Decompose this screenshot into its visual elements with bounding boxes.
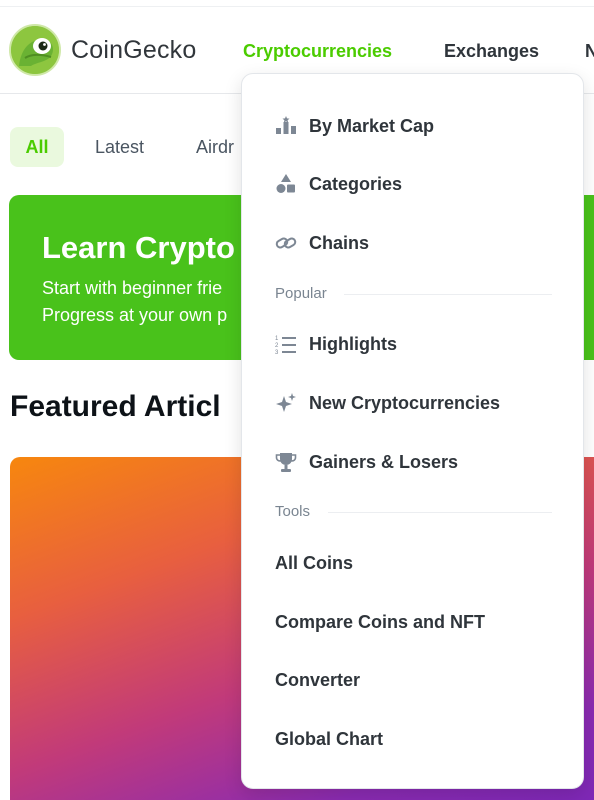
menu-item-gainers-losers[interactable]: Gainers & Losers <box>242 440 583 484</box>
section-title-tools: Tools <box>275 503 311 520</box>
menu-item-label: Gainers & Losers <box>309 451 459 472</box>
menu-item-label: All Coins <box>275 552 354 573</box>
menu-item-label: New Cryptocurrencies <box>309 392 501 413</box>
svg-text:2: 2 <box>275 343 279 349</box>
menu-item-label: Converter <box>275 669 361 690</box>
trophy-icon <box>275 451 297 473</box>
banner-subtitle-line-2: Progress at your own p <box>42 305 228 325</box>
nav-exchanges[interactable]: Exchanges <box>444 41 539 62</box>
bar-chart-icon <box>275 115 297 137</box>
menu-item-categories[interactable]: Categories <box>242 162 583 206</box>
menu-item-converter[interactable]: Converter <box>242 658 583 702</box>
menu-item-label: Categories <box>309 173 403 194</box>
tab-all[interactable]: All <box>10 127 64 167</box>
coingecko-logo-icon[interactable] <box>9 24 61 76</box>
menu-item-new-cryptocurrencies[interactable]: New Cryptocurrencies <box>242 381 583 425</box>
menu-item-label: Global Chart <box>275 728 384 749</box>
featured-articles-heading: Featured Articl <box>10 390 221 423</box>
tab-airdrops[interactable]: Airdr <box>196 127 234 167</box>
nav-cryptocurrencies[interactable]: Cryptocurrencies <box>243 41 392 62</box>
banner-subtitle-line-1: Start with beginner frie <box>42 278 223 298</box>
menu-item-label: By Market Cap <box>309 115 435 136</box>
logo-wordmark[interactable]: CoinGecko <box>71 36 196 65</box>
menu-item-label: Highlights <box>309 333 397 354</box>
link-icon <box>275 232 297 254</box>
cryptocurrencies-dropdown-menu: By Market Cap Categories Chains Popular … <box>241 73 584 789</box>
svg-text:3: 3 <box>275 350 279 355</box>
numbered-list-icon: 1 2 3 <box>275 333 297 356</box>
menu-item-global-chart[interactable]: Global Chart <box>242 717 583 761</box>
shapes-icon <box>275 173 297 195</box>
menu-item-compare-coins-nft[interactable]: Compare Coins and NFT <box>242 600 583 644</box>
tab-latest[interactable]: Latest <box>95 127 144 167</box>
menu-item-chains[interactable]: Chains <box>242 221 583 265</box>
section-title-popular: Popular <box>275 285 327 302</box>
nav-next-item-truncated[interactable]: N <box>585 41 594 62</box>
section-divider <box>344 294 552 295</box>
svg-text:1: 1 <box>275 336 279 342</box>
menu-item-label: Chains <box>309 232 370 253</box>
menu-item-highlights[interactable]: 1 2 3 Highlights <box>242 322 583 366</box>
section-divider <box>328 512 552 513</box>
menu-item-by-market-cap[interactable]: By Market Cap <box>242 104 583 148</box>
sparkles-icon <box>275 392 297 414</box>
page: CoinGecko Cryptocurrencies Exchanges N A… <box>0 0 594 800</box>
menu-item-label: Compare Coins and NFT <box>275 611 486 632</box>
menu-item-all-coins[interactable]: All Coins <box>242 541 583 585</box>
banner-title: Learn Crypto <box>42 230 235 265</box>
